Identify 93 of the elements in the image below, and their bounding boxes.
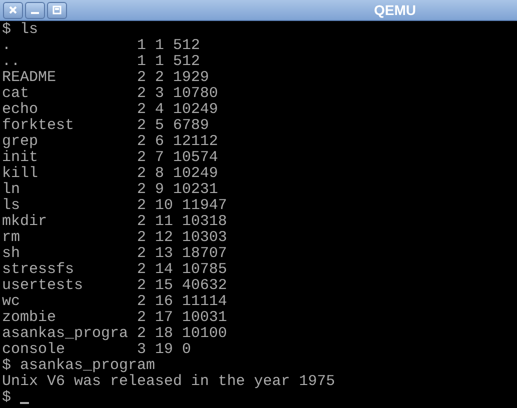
file-name: zombie <box>2 310 58 326</box>
inode-number: 12 <box>155 230 174 246</box>
inode-number: 10 <box>155 198 174 214</box>
file-size: 12112 <box>173 134 218 150</box>
file-size: 10231 <box>173 182 218 198</box>
file-size: 10100 <box>182 326 228 342</box>
file-size: 40632 <box>182 278 228 294</box>
command-text: asankas_program <box>20 358 156 374</box>
inode-number: 19 <box>155 342 174 358</box>
file-name: wc <box>2 294 22 310</box>
file-name: ln <box>2 182 22 198</box>
file-size: 18707 <box>182 246 228 262</box>
file-size: 0 <box>182 342 192 358</box>
inode-number: 6 <box>155 134 164 150</box>
window-title: QEMU <box>374 0 416 20</box>
minimize-icon <box>31 12 39 14</box>
file-name: console <box>2 342 66 358</box>
file-type: 2 <box>137 166 146 182</box>
inode-number: 1 <box>155 38 164 54</box>
file-name: usertests <box>2 278 84 294</box>
file-type: 2 <box>137 214 146 230</box>
file-type: 2 <box>137 230 146 246</box>
inode-number: 8 <box>155 166 164 182</box>
file-size: 1929 <box>173 70 210 86</box>
file-size: 10785 <box>182 262 228 278</box>
file-name: ls <box>2 198 22 214</box>
file-type: 2 <box>137 262 146 278</box>
inode-number: 14 <box>155 262 174 278</box>
file-name: mkdir <box>2 214 48 230</box>
inode-number: 13 <box>155 246 174 262</box>
file-type: 2 <box>137 118 146 134</box>
file-name: README <box>2 70 58 86</box>
file-type: 2 <box>137 70 146 86</box>
file-name: sh <box>2 246 22 262</box>
inode-number: 11 <box>155 214 174 230</box>
file-type: 2 <box>137 326 146 342</box>
file-size: 512 <box>173 54 200 70</box>
inode-number: 9 <box>155 182 164 198</box>
file-type: 2 <box>137 86 146 102</box>
prompt-text: $ <box>2 22 12 38</box>
file-type: 2 <box>137 246 146 262</box>
file-name: .. <box>2 54 22 70</box>
file-name: kill <box>2 166 40 182</box>
file-size: 10249 <box>173 166 218 182</box>
file-size: 6789 <box>173 118 210 134</box>
inode-number: 16 <box>155 294 174 310</box>
close-icon <box>7 4 19 16</box>
maximize-button[interactable] <box>47 2 67 18</box>
file-size: 10303 <box>182 230 228 246</box>
minimize-button[interactable] <box>25 2 45 18</box>
maximize-icon <box>51 4 63 16</box>
file-type: 2 <box>137 182 146 198</box>
file-name: stressfs <box>2 262 76 278</box>
file-size: 10249 <box>173 102 218 118</box>
file-type: 2 <box>137 150 146 166</box>
file-name: forktest <box>2 118 76 134</box>
prompt-text: $ <box>2 358 12 374</box>
inode-number: 17 <box>155 310 174 326</box>
file-type: 2 <box>137 310 146 326</box>
file-name: cat <box>2 86 30 102</box>
file-type: 3 <box>137 342 146 358</box>
inode-number: 15 <box>155 278 174 294</box>
inode-number: 5 <box>155 118 164 134</box>
file-name: . <box>2 38 12 54</box>
file-name: asankas_progra <box>2 326 130 342</box>
file-size: 11947 <box>182 198 228 214</box>
file-size: 10318 <box>182 214 228 230</box>
file-type: 1 <box>137 54 146 70</box>
inode-number: 18 <box>155 326 174 342</box>
file-type: 2 <box>137 278 146 294</box>
inode-number: 4 <box>155 102 164 118</box>
file-type: 2 <box>137 198 146 214</box>
file-type: 2 <box>137 134 146 150</box>
file-type: 2 <box>137 294 146 310</box>
file-size: 10574 <box>173 150 218 166</box>
prompt-text: $ <box>2 390 12 406</box>
close-button[interactable] <box>3 2 23 18</box>
file-type: 1 <box>137 38 146 54</box>
file-name: echo <box>2 102 40 118</box>
inode-number: 7 <box>155 150 164 166</box>
file-name: init <box>2 150 40 166</box>
file-size: 10780 <box>173 86 218 102</box>
file-size: 10031 <box>182 310 228 326</box>
file-name: grep <box>2 134 40 150</box>
file-type: 2 <box>137 102 146 118</box>
command-text: ls <box>20 22 38 38</box>
output-text: Unix V6 was released in the year 1975 <box>2 374 336 390</box>
file-name: rm <box>2 230 22 246</box>
inode-number: 3 <box>155 86 164 102</box>
inode-number: 2 <box>155 70 164 86</box>
file-size: 11114 <box>182 294 228 310</box>
file-size: 512 <box>173 38 200 54</box>
inode-number: 1 <box>155 54 164 70</box>
